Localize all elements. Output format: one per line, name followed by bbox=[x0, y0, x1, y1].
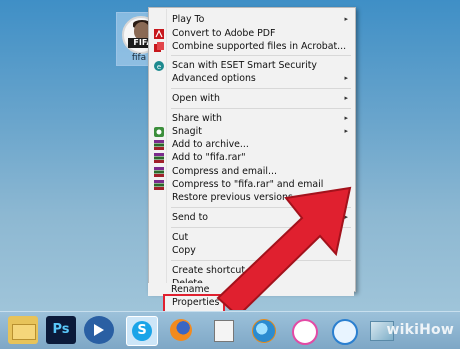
menu-item-label: Add to archive... bbox=[172, 139, 249, 150]
menu-item-add-to-fifa-rar[interactable]: Add to "fifa.rar" bbox=[149, 151, 355, 164]
safari-icon[interactable] bbox=[328, 316, 358, 345]
menu-item-snagit[interactable]: Snagit ▸ bbox=[149, 125, 355, 138]
menu-item-label: Snagit bbox=[172, 126, 202, 137]
submenu-arrow-icon: ▸ bbox=[344, 114, 348, 122]
file-explorer-icon[interactable] bbox=[8, 316, 38, 344]
menu-item-label: Copy bbox=[172, 245, 196, 256]
menu-item-scan-eset[interactable]: e Scan with ESET Smart Security bbox=[149, 59, 355, 72]
red-pointer-arrow-icon bbox=[216, 186, 352, 310]
winrar-icon bbox=[154, 153, 164, 163]
menu-item-share-with[interactable]: Share with ▸ bbox=[149, 112, 355, 125]
wikihow-watermark: wikiHow bbox=[386, 322, 454, 338]
snagit-icon bbox=[154, 127, 164, 137]
acrobat-combine-icon bbox=[154, 42, 164, 52]
winrar-icon bbox=[154, 167, 164, 177]
menu-item-label: Scan with ESET Smart Security bbox=[172, 60, 317, 71]
skype-letter: S bbox=[132, 321, 152, 341]
menu-item-label: Advanced options bbox=[172, 73, 256, 84]
photoshop-icon[interactable]: Ps bbox=[46, 316, 76, 344]
firefox-icon[interactable] bbox=[166, 316, 196, 344]
network-globe-icon[interactable] bbox=[248, 316, 278, 344]
menu-item-label: Play To bbox=[172, 14, 205, 25]
menu-item-combine-in-acrobat[interactable]: Combine supported files in Acrobat... bbox=[149, 40, 355, 53]
winrar-icon bbox=[154, 140, 164, 150]
menu-item-advanced-options[interactable]: Advanced options ▸ bbox=[149, 72, 355, 85]
eset-icon: e bbox=[154, 61, 164, 71]
submenu-arrow-icon: ▸ bbox=[344, 15, 348, 23]
menu-item-convert-to-pdf[interactable]: Convert to Adobe PDF bbox=[149, 27, 355, 40]
menu-item-label: Compress and email... bbox=[172, 166, 277, 177]
menu-item-label: Convert to Adobe PDF bbox=[172, 28, 276, 39]
calculator-icon[interactable] bbox=[208, 316, 238, 344]
skype-icon[interactable]: S bbox=[126, 316, 158, 346]
adobe-pdf-icon bbox=[154, 29, 164, 39]
itunes-icon[interactable] bbox=[288, 316, 318, 345]
menu-separator bbox=[171, 55, 351, 56]
desktop-background: FIFA fifa Play To ▸ Convert to Adobe PDF… bbox=[0, 0, 460, 349]
photoshop-label: Ps bbox=[52, 322, 70, 337]
svg-text:e: e bbox=[157, 63, 161, 71]
menu-item-label: Share with bbox=[172, 113, 222, 124]
menu-separator bbox=[171, 88, 351, 89]
submenu-arrow-icon: ▸ bbox=[344, 74, 348, 82]
submenu-arrow-icon: ▸ bbox=[344, 127, 348, 135]
menu-item-label: Open with bbox=[172, 93, 220, 104]
menu-item-compress-and-email[interactable]: Compress and email... bbox=[149, 165, 355, 178]
menu-item-label: Add to "fifa.rar" bbox=[172, 152, 246, 163]
winrar-icon bbox=[154, 180, 164, 190]
menu-item-label: Combine supported files in Acrobat... bbox=[172, 41, 347, 52]
media-player-icon[interactable] bbox=[84, 316, 114, 344]
submenu-arrow-icon: ▸ bbox=[344, 94, 348, 102]
menu-item-play-to[interactable]: Play To ▸ bbox=[149, 13, 355, 26]
menu-item-open-with[interactable]: Open with ▸ bbox=[149, 92, 355, 105]
menu-item-add-to-archive[interactable]: Add to archive... bbox=[149, 138, 355, 151]
menu-item-label: Cut bbox=[172, 232, 189, 243]
menu-separator bbox=[171, 108, 351, 109]
